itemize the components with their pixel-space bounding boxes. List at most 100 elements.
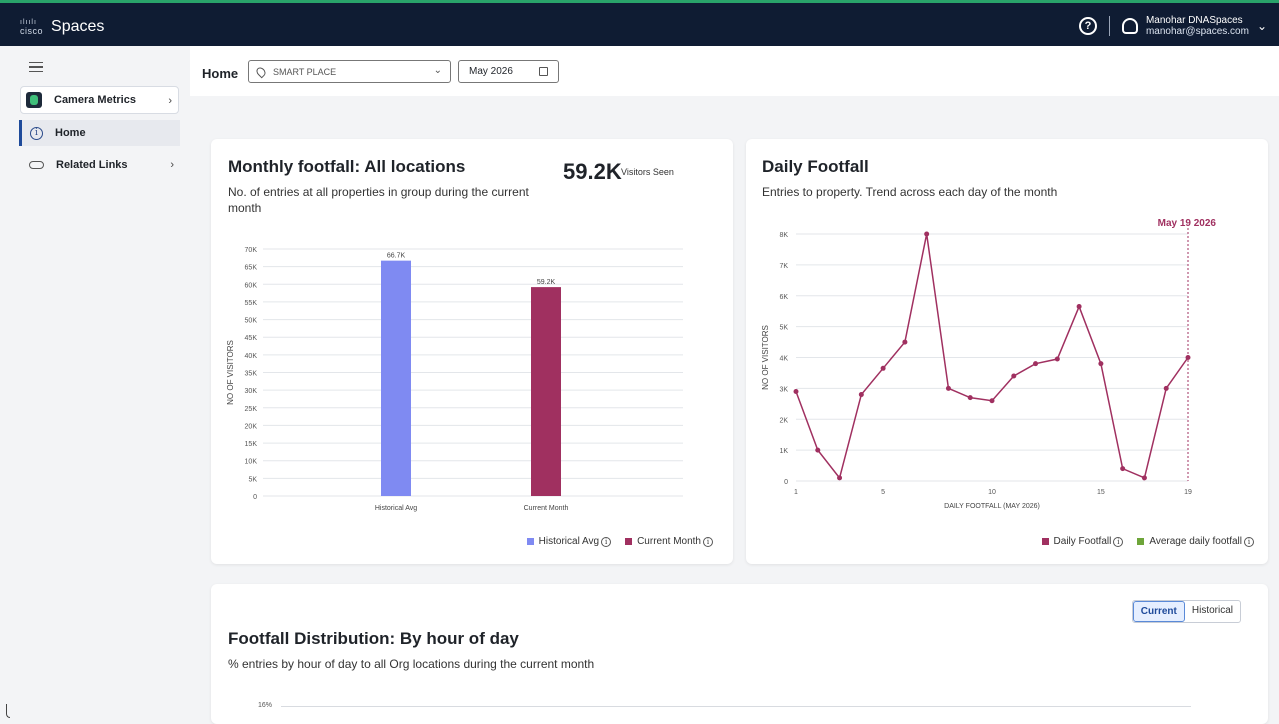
bar-value-label: 66.7K — [387, 253, 406, 260]
bar — [531, 287, 561, 496]
legend-swatch — [1041, 538, 1049, 545]
y-tick-label: 10K — [245, 459, 258, 466]
location-pin-icon — [254, 65, 268, 78]
y-tick-label: 6K — [779, 294, 788, 301]
user-name: Manohar DNASpaces — [1145, 15, 1243, 26]
top-bar: ılıılı cisco Spaces ? Manohar DNASpaces m… — [0, 0, 1279, 46]
location-value: SMART PLACE — [273, 66, 337, 77]
data-point — [1054, 356, 1060, 362]
y-tick-label: 5K — [248, 476, 257, 483]
data-point — [1076, 304, 1082, 310]
data-point — [837, 475, 843, 481]
legend-item-historical[interactable]: Historical Avg i — [526, 536, 612, 547]
x-axis-label: DAILY FOOTFALL (MAY 2026) — [944, 503, 1040, 510]
info-icon[interactable]: i — [1244, 536, 1254, 547]
y-tick-label: 8K — [779, 232, 788, 239]
daily-line-chart: 01K2K3K4K5K6K7K8KNO OF VISITORS1 5 10 15 19D… — [761, 218, 1217, 510]
data-point — [1098, 361, 1104, 367]
x-tick-label: 1 — [794, 489, 798, 496]
series-line — [795, 233, 1189, 480]
x-tick-label: 5 — [881, 489, 885, 496]
info-icon[interactable]: i — [703, 536, 713, 547]
legend-item-current[interactable]: Current Month i — [625, 536, 713, 547]
divider — [1108, 16, 1110, 36]
date-picker[interactable]: May 2026 — [458, 60, 559, 83]
y-tick-label: 60K — [245, 282, 258, 289]
legend-swatch — [526, 538, 534, 545]
info-icon[interactable]: i — [601, 536, 612, 547]
distribution-title: Footfall Distribution: By hour of day — [228, 629, 519, 648]
y-tick-label: 25K — [245, 406, 258, 413]
info-icon[interactable]: i — [1113, 536, 1124, 547]
breadcrumb: Home — [202, 66, 239, 81]
tab-historical[interactable]: Historical — [1185, 601, 1240, 622]
bar — [381, 260, 411, 496]
y-tick-label: 0 — [784, 479, 788, 486]
data-point — [815, 447, 821, 453]
monthly-title: Monthly footfall: All locations — [228, 157, 466, 176]
info-icon: i — [30, 126, 43, 140]
chevron-down-icon: ⌄ — [433, 65, 442, 76]
data-point — [793, 388, 799, 394]
calendar-icon — [539, 67, 548, 76]
brand[interactable]: ılıılı cisco Spaces — [20, 18, 104, 36]
sidebar-item-home[interactable]: i Home — [19, 120, 180, 146]
date-value: May 2026 — [469, 66, 513, 77]
y-tick-label: 50K — [245, 318, 258, 325]
legend-item-average[interactable]: Average daily footfall i — [1137, 536, 1254, 547]
y-tick-label: 40K — [245, 353, 258, 360]
data-point — [858, 392, 864, 398]
visitors-seen-value: 59.2K — [563, 159, 622, 184]
chevron-right-icon: › — [168, 95, 172, 107]
link-icon — [29, 161, 44, 169]
y-tick-label: 15K — [245, 441, 258, 448]
data-point — [967, 395, 973, 401]
sidebar: Camera Metrics › i Home Related Links › — [0, 46, 190, 719]
cisco-logo: ılıılı cisco — [20, 19, 44, 36]
x-tick-label: 15 — [1097, 489, 1105, 496]
hamburger-menu-icon[interactable] — [29, 62, 43, 72]
x-tick-label: 10 — [988, 489, 996, 496]
legend-label: Current Month — [637, 536, 701, 547]
y-tick-label: 3K — [779, 386, 788, 393]
app-switcher[interactable]: Camera Metrics › — [20, 86, 179, 114]
legend-item-daily[interactable]: Daily Footfall i — [1041, 536, 1124, 547]
legend-label: Daily Footfall — [1053, 536, 1112, 547]
y-tick-label: 45K — [245, 335, 258, 342]
data-point — [1033, 361, 1039, 367]
y-tick-label: 4K — [779, 356, 788, 363]
top-right-tools: ? Manohar DNASpaces manohar@spaces.com ⌄ — [1078, 15, 1267, 37]
location-select[interactable]: SMART PLACE ⌄ — [248, 60, 451, 83]
user-icon[interactable] — [1121, 18, 1138, 34]
chevron-right-icon: › — [170, 159, 174, 171]
data-point — [924, 231, 930, 237]
user-menu[interactable]: Manohar DNASpaces manohar@spaces.com — [1146, 15, 1249, 37]
monthly-footfall-card: Monthly footfall: All locations No. of e… — [211, 139, 733, 564]
y-tick-label: 1K — [779, 448, 788, 455]
monthly-legend: Historical Avg i Current Month i — [513, 536, 713, 547]
sidebar-item-label: Related Links — [56, 159, 128, 171]
sidebar-item-related-links[interactable]: Related Links › — [23, 155, 180, 175]
chevron-down-icon[interactable]: ⌄ — [1257, 19, 1267, 33]
y-axis-label: NO OF VISITORS — [761, 325, 770, 390]
distribution-card: Current Historical Footfall Distribution… — [211, 584, 1268, 724]
tab-current[interactable]: Current — [1132, 601, 1185, 622]
y-tick-label: 16% — [258, 702, 273, 709]
sidebar-item-label: Home — [55, 127, 86, 139]
data-point — [902, 339, 908, 345]
help-icon[interactable]: ? — [1078, 17, 1097, 35]
y-tick-label: 55K — [245, 300, 258, 307]
legend-swatch — [1137, 538, 1145, 545]
y-tick-label: 35K — [245, 371, 258, 378]
data-point — [989, 398, 995, 404]
data-point — [880, 365, 886, 371]
y-tick-label: 5K — [779, 325, 788, 332]
data-point — [945, 385, 951, 391]
sidebar-corner-handle — [6, 704, 10, 718]
brand-title: Spaces — [51, 18, 105, 35]
date-marker-label: May 19 2026 — [1158, 218, 1217, 229]
x-tick-label: 19 — [1184, 489, 1192, 496]
legend-swatch — [625, 538, 633, 545]
data-point — [1120, 466, 1126, 472]
current-historical-toggle: Current Historical — [1131, 600, 1241, 623]
